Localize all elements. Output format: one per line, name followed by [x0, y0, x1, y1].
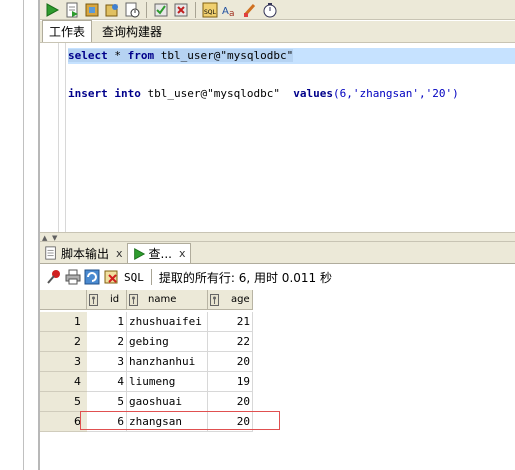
svg-text:SQL: SQL [204, 9, 217, 16]
svg-text:a: a [229, 9, 235, 18]
code-line-select[interactable]: select * from tbl_user@"mysqlodbc" [68, 48, 515, 64]
column-header-name[interactable]: name [127, 290, 208, 310]
grid-corner [40, 290, 87, 310]
cell-id[interactable]: 2 [87, 332, 127, 352]
row-number: 2 [40, 332, 87, 352]
explain-plan-icon[interactable] [84, 2, 100, 18]
pin-icon[interactable] [46, 269, 62, 285]
key-icon [89, 293, 98, 306]
svg-text:A: A [222, 6, 229, 17]
result-tab-bar: 脚本输出 x 查... x [40, 242, 515, 264]
panel-splitter[interactable]: ▲ ▼ [40, 232, 515, 242]
highlighted-row-outline [80, 411, 280, 430]
result-grid: id name age 1 1 zhushuaifei 21 2 2 gebing 22 3 3 h… [40, 290, 515, 470]
cell-age[interactable]: 20 [208, 352, 253, 372]
key-icon [210, 293, 219, 306]
cell-name[interactable]: gebing [127, 332, 208, 352]
row-number: 4 [40, 372, 87, 392]
row-number: 3 [40, 352, 87, 372]
column-header-id[interactable]: id [87, 290, 127, 310]
close-icon[interactable]: x [179, 247, 186, 260]
editor-toolbar: SQL Aa [40, 0, 515, 20]
tab-script-output[interactable]: 脚本输出 x [40, 243, 127, 263]
cell-id[interactable]: 5 [87, 392, 127, 412]
sql-history-icon[interactable] [124, 2, 140, 18]
cell-age[interactable]: 21 [208, 312, 253, 332]
run-icon[interactable] [44, 2, 60, 18]
clear-icon[interactable] [242, 2, 258, 18]
clear-results-icon[interactable] [103, 269, 119, 285]
cell-name[interactable]: hanzhanhui [127, 352, 208, 372]
tab-query-builder[interactable]: 查询构建器 [96, 20, 168, 42]
close-icon[interactable]: x [116, 247, 123, 260]
result-toolbar: SQL 提取的所有行: 6, 用时 0.011 秒 [40, 264, 515, 290]
cell-id[interactable]: 3 [87, 352, 127, 372]
cell-name[interactable]: gaoshuai [127, 392, 208, 412]
refresh-icon[interactable] [84, 269, 100, 285]
cell-age[interactable]: 22 [208, 332, 253, 352]
script-output-icon [45, 246, 56, 260]
collapse-down-icon[interactable]: ▼ [52, 234, 57, 242]
editor-tab-bar: 工作表 查询构建器 [40, 20, 515, 43]
cell-name[interactable]: zhushuaifei [127, 312, 208, 332]
timer-icon[interactable] [262, 2, 278, 18]
code-line-insert[interactable]: insert into tbl_user@"mysqlodbc" values(… [68, 86, 459, 102]
cell-id[interactable]: 4 [87, 372, 127, 392]
key-icon [129, 293, 138, 306]
sql-editor[interactable]: select * from tbl_user@"mysqlodbc" inser… [40, 43, 515, 232]
sql-label[interactable]: SQL [124, 271, 144, 284]
collapse-up-icon[interactable]: ▲ [42, 234, 47, 242]
cell-id[interactable]: 1 [87, 312, 127, 332]
cell-age[interactable]: 19 [208, 372, 253, 392]
commit-icon[interactable] [153, 2, 169, 18]
run-icon [133, 247, 145, 260]
sql-format-icon[interactable]: SQL [202, 2, 218, 18]
rollback-icon[interactable] [173, 2, 189, 18]
editor-gutter [40, 43, 59, 232]
row-number: 1 [40, 312, 87, 332]
cell-age[interactable]: 20 [208, 392, 253, 412]
tab-worksheet[interactable]: 工作表 [42, 20, 93, 42]
cell-name[interactable]: liumeng [127, 372, 208, 392]
row-number: 5 [40, 392, 87, 412]
print-icon[interactable] [65, 269, 81, 285]
left-panel [0, 0, 40, 470]
find-replace-icon[interactable]: Aa [222, 2, 238, 18]
fetch-status-text: 提取的所有行: 6, 用时 0.011 秒 [158, 270, 332, 285]
tab-query-result[interactable]: 查... x [126, 243, 191, 263]
run-script-icon[interactable] [64, 2, 80, 18]
column-header-age[interactable]: age [208, 290, 253, 310]
autotrace-icon[interactable] [104, 2, 120, 18]
